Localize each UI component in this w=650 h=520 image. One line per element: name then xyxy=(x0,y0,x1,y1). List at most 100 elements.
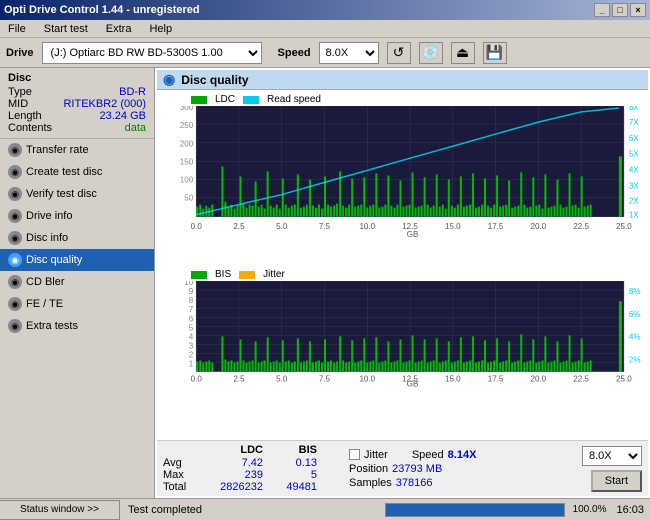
maximize-button[interactable]: □ xyxy=(612,3,628,17)
main-layout: Disc Type BD-R MID RITEKBR2 (000) Length… xyxy=(0,68,650,498)
avg-ldc: 7.42 xyxy=(203,457,263,469)
svg-text:9: 9 xyxy=(189,287,194,296)
svg-text:15.0: 15.0 xyxy=(445,375,461,384)
cd-bler-icon: ◉ xyxy=(8,275,22,289)
save-button[interactable]: 💾 xyxy=(483,42,507,64)
samples-row: Samples 378166 xyxy=(349,477,576,489)
refresh-button[interactable]: ↺ xyxy=(387,42,411,64)
ldc-legend: LDC Read speed xyxy=(161,94,644,105)
position-label: Position xyxy=(349,463,388,475)
nav-disc-info-label: Disc info xyxy=(26,232,68,244)
chart-title-icon: ◉ xyxy=(163,71,175,88)
ldc-legend-label: LDC xyxy=(215,94,235,105)
svg-text:3: 3 xyxy=(189,341,194,350)
speed-select[interactable]: 8.0X xyxy=(319,42,379,64)
svg-text:7.5: 7.5 xyxy=(319,375,331,384)
svg-text:1X: 1X xyxy=(629,211,639,220)
nav-disc-quality[interactable]: ◉ Disc quality xyxy=(0,249,154,271)
avg-bis: 0.13 xyxy=(267,457,317,469)
svg-text:6%: 6% xyxy=(629,310,641,319)
menu-start-test[interactable]: Start test xyxy=(40,22,92,36)
transfer-rate-icon: ◉ xyxy=(8,143,22,157)
speed-dropdown-right[interactable]: 8.0X xyxy=(582,446,642,466)
eject-button[interactable]: ⏏ xyxy=(451,42,475,64)
svg-text:2X: 2X xyxy=(629,197,639,206)
jitter-checkbox[interactable] xyxy=(349,449,360,460)
drive-select[interactable]: (J:) Optiarc BD RW BD-5300S 1.00 xyxy=(42,42,262,64)
svg-text:25.0: 25.0 xyxy=(616,222,632,231)
svg-text:2.5: 2.5 xyxy=(233,222,245,231)
disc-button[interactable]: 💿 xyxy=(419,42,443,64)
disc-info-section: Disc Type BD-R MID RITEKBR2 (000) Length… xyxy=(0,68,154,139)
svg-text:0.0: 0.0 xyxy=(191,222,203,231)
svg-text:2.5: 2.5 xyxy=(233,375,245,384)
svg-text:200: 200 xyxy=(180,139,194,148)
svg-text:6X: 6X xyxy=(629,134,639,143)
svg-text:20.0: 20.0 xyxy=(531,375,547,384)
svg-text:4%: 4% xyxy=(629,332,641,341)
app-title: Opti Drive Control 1.44 - unregistered xyxy=(4,4,200,16)
svg-text:2%: 2% xyxy=(629,356,641,365)
disc-length-row: Length 23.24 GB xyxy=(8,110,146,122)
menu-extra[interactable]: Extra xyxy=(102,22,136,36)
samples-value: 378166 xyxy=(396,477,433,489)
ldc-chart: 300 250 200 150 100 50 8X 7X 6X 5X 4X 3X… xyxy=(161,106,644,265)
disc-contents-value: data xyxy=(125,122,146,134)
status-window-button[interactable]: Status window >> xyxy=(0,500,120,520)
svg-text:7X: 7X xyxy=(629,118,639,127)
nav-drive-info[interactable]: ◉ Drive info xyxy=(0,205,154,227)
status-text: Test completed xyxy=(120,504,381,516)
nav-verify-test-disc[interactable]: ◉ Verify test disc xyxy=(0,183,154,205)
disc-type-row: Type BD-R xyxy=(8,86,146,98)
charts-container: LDC Read speed xyxy=(157,90,648,440)
minimize-button[interactable]: _ xyxy=(594,3,610,17)
svg-text:50: 50 xyxy=(184,194,193,203)
nav-fe-te-label: FE / TE xyxy=(26,298,63,310)
drive-bar: Drive (J:) Optiarc BD RW BD-5300S 1.00 S… xyxy=(0,38,650,68)
nav-drive-info-label: Drive info xyxy=(26,210,72,222)
nav-fe-te[interactable]: ◉ FE / TE xyxy=(0,293,154,315)
ldc-chart-wrapper: LDC Read speed xyxy=(161,94,644,265)
create-test-disc-icon: ◉ xyxy=(8,165,22,179)
svg-text:5.0: 5.0 xyxy=(276,375,288,384)
svg-text:10.0: 10.0 xyxy=(359,375,375,384)
bis-chart-wrapper: BIS Jitter xyxy=(161,269,644,440)
menu-bar: File Start test Extra Help xyxy=(0,20,650,38)
bis-chart: 10 9 8 7 6 5 4 3 2 1 8% 6% 4% 2 xyxy=(161,281,644,440)
max-ldc: 239 xyxy=(203,469,263,481)
menu-file[interactable]: File xyxy=(4,22,30,36)
nav-cd-bler[interactable]: ◉ CD Bler xyxy=(0,271,154,293)
disc-mid-label: MID xyxy=(8,98,28,110)
total-label: Total xyxy=(163,481,199,493)
nav-create-test-label: Create test disc xyxy=(26,166,102,178)
drive-label: Drive xyxy=(6,47,34,59)
nav-transfer-rate[interactable]: ◉ Transfer rate xyxy=(0,139,154,161)
readspeed-legend-box xyxy=(243,96,259,104)
start-button[interactable]: Start xyxy=(591,470,642,492)
status-bar: Status window >> Test completed 100.0% 1… xyxy=(0,498,650,520)
nav-extra-tests[interactable]: ◉ Extra tests xyxy=(0,315,154,337)
svg-text:8%: 8% xyxy=(629,287,641,296)
disc-type-label: Type xyxy=(8,86,32,98)
svg-text:5.0: 5.0 xyxy=(276,222,288,231)
svg-text:5: 5 xyxy=(189,323,194,332)
title-bar: Opti Drive Control 1.44 - unregistered _… xyxy=(0,0,650,20)
position-row: Position 23793 MB xyxy=(349,463,576,475)
progress-bar-container xyxy=(385,503,565,517)
speed-stat-value: 8.14X xyxy=(448,449,477,461)
svg-text:3X: 3X xyxy=(629,182,639,191)
nav-create-test-disc[interactable]: ◉ Create test disc xyxy=(0,161,154,183)
ldc-bis-stats: LDC BIS Avg 7.42 0.13 Max 239 5 Total 28… xyxy=(163,444,343,493)
svg-text:17.5: 17.5 xyxy=(488,375,504,384)
speed-stat-label: Speed xyxy=(412,449,444,461)
max-label: Max xyxy=(163,469,199,481)
bis-legend-label: BIS xyxy=(215,269,231,280)
svg-text:4X: 4X xyxy=(629,165,639,174)
svg-text:15.0: 15.0 xyxy=(445,222,461,231)
nav-disc-info[interactable]: ◉ Disc info xyxy=(0,227,154,249)
close-button[interactable]: × xyxy=(630,3,646,17)
svg-text:2: 2 xyxy=(189,350,194,359)
disc-length-label: Length xyxy=(8,110,42,122)
menu-help[interactable]: Help xyxy=(145,22,176,36)
time-display: 16:03 xyxy=(610,504,650,516)
